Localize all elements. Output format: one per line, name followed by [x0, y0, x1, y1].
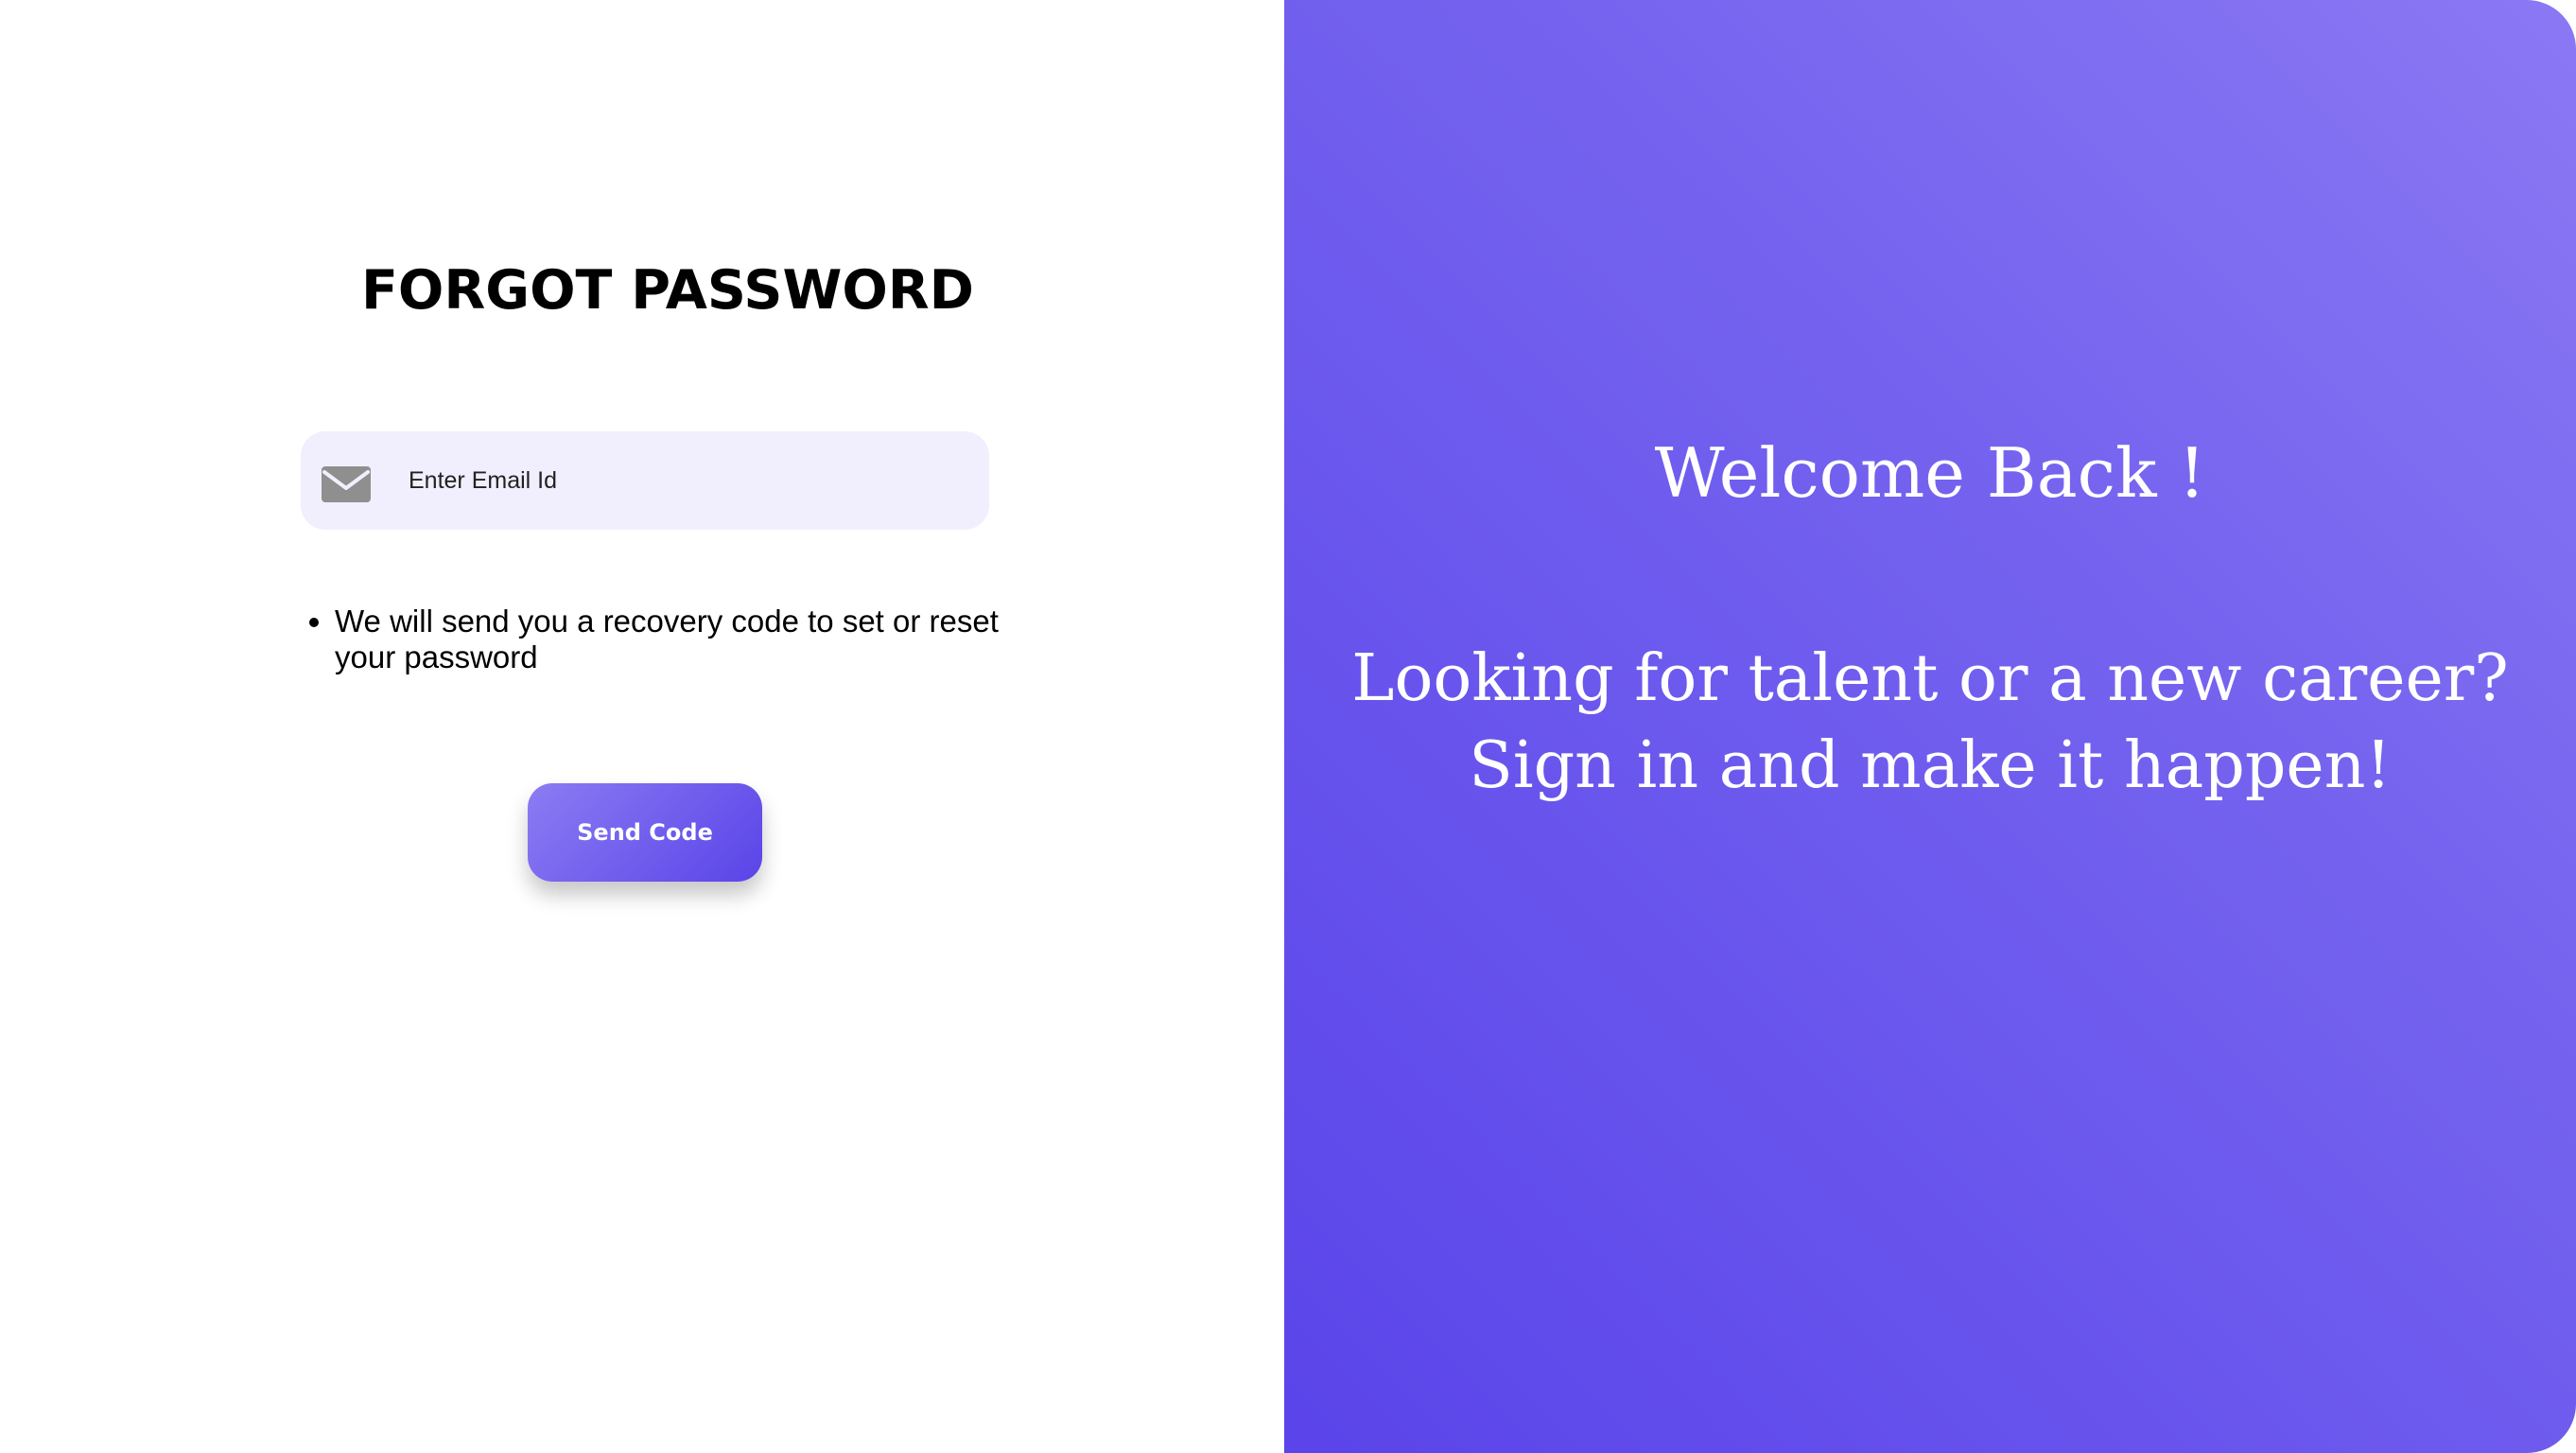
email-input[interactable]	[392, 452, 959, 509]
welcome-subtitle: Looking for talent or a new career? Sign…	[1284, 636, 2576, 810]
welcome-panel: Welcome Back ! Looking for talent or a n…	[1284, 0, 2576, 1453]
mail-icon	[322, 466, 371, 502]
email-field[interactable]	[301, 431, 989, 530]
info-item-recovery-code: We will send you a recovery code to set …	[335, 604, 1048, 675]
welcome-subtitle-line: Sign in and make it happen!	[1469, 728, 2392, 803]
send-code-button[interactable]: Send Code	[528, 783, 762, 882]
info-list: We will send you a recovery code to set …	[301, 604, 1048, 675]
welcome-title: Welcome Back !	[1654, 433, 2206, 513]
page-title: FORGOT PASSWORD	[361, 259, 974, 322]
forgot-password-page: FORGOT PASSWORD We will send you a recov…	[0, 0, 2576, 1453]
forgot-password-form-panel: FORGOT PASSWORD We will send you a recov…	[0, 0, 1284, 1453]
welcome-subtitle-line: Looking for talent or a new career?	[1351, 641, 2509, 716]
